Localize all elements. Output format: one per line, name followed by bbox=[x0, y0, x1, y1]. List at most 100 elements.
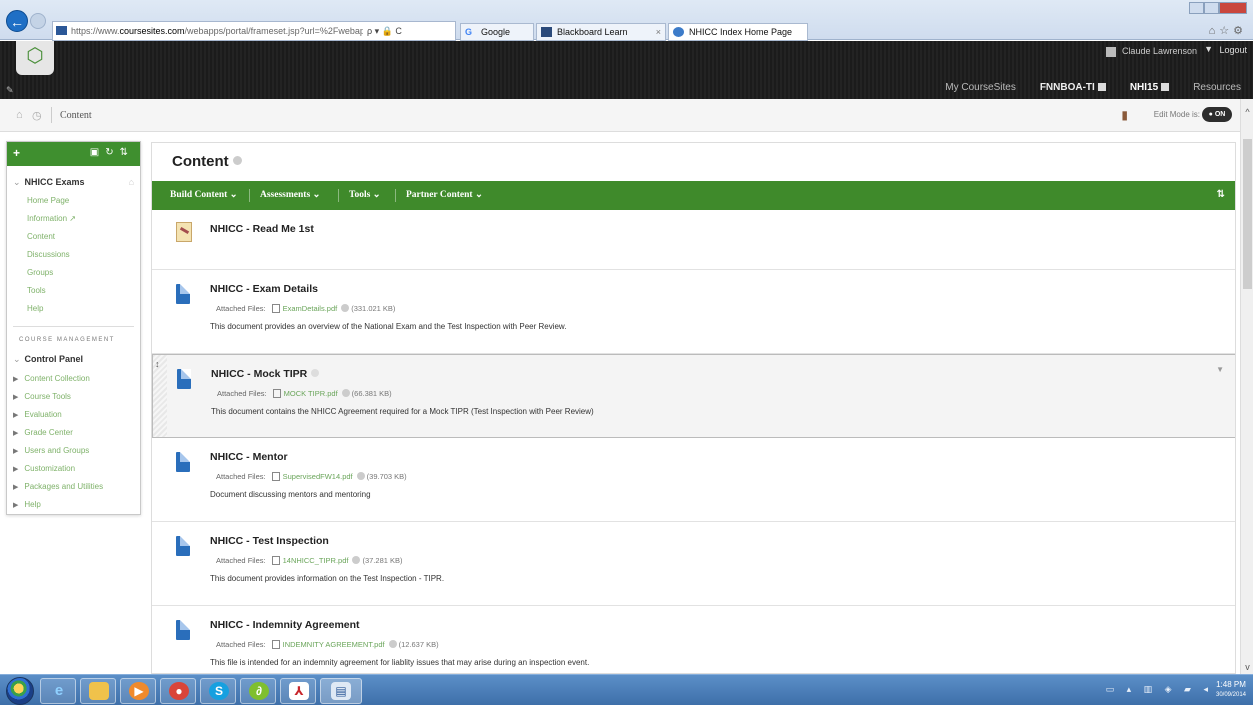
taskbar-app[interactable]: ∂ bbox=[240, 678, 276, 704]
nav-fnnboa[interactable]: FNNBOA-TI bbox=[1028, 82, 1118, 93]
drag-handle[interactable]: ↕ bbox=[153, 355, 167, 437]
tools-button[interactable]: Tools ⌄ bbox=[349, 189, 381, 200]
close-window-icon[interactable] bbox=[1219, 2, 1247, 14]
attached-file-link[interactable]: MOCK TIPR.pdf bbox=[284, 389, 338, 398]
taskbar-chrome[interactable]: ● bbox=[160, 678, 196, 704]
chevron-down-icon[interactable]: ▼ bbox=[1216, 365, 1224, 374]
taskbar-skype[interactable]: S bbox=[200, 678, 236, 704]
pencil-icon[interactable]: ✎ bbox=[6, 85, 14, 96]
cp-packages-and-utilities[interactable]: ▶ Packages and Utilities bbox=[13, 482, 103, 491]
tab-label: Blackboard Learn bbox=[557, 27, 628, 37]
page-favicon-icon bbox=[673, 27, 684, 37]
file-size: (66.381 KB) bbox=[351, 389, 392, 398]
course-menu: + ▣↻⇅ ⌄ NHICC Exams ⌂ Home Page Informati… bbox=[6, 141, 141, 515]
logout-link[interactable]: Logout bbox=[1219, 45, 1247, 55]
tab-google[interactable]: G Google bbox=[460, 23, 534, 41]
assessments-button[interactable]: Assessments ⌄ bbox=[260, 189, 320, 200]
nav-resources[interactable]: Resources bbox=[1181, 82, 1253, 93]
sort-icon[interactable]: ⇅ bbox=[1217, 189, 1225, 200]
scroll-thumb[interactable] bbox=[1243, 139, 1252, 289]
home-icon[interactable]: ⌂ bbox=[16, 109, 23, 121]
item-title[interactable]: NHICC - Read Me 1st bbox=[210, 223, 314, 235]
back-arrow-icon[interactable]: ← bbox=[6, 10, 28, 32]
preview-icon[interactable] bbox=[352, 556, 361, 564]
scroll-down-icon[interactable]: v bbox=[1241, 662, 1253, 672]
close-tab-icon[interactable]: × bbox=[656, 24, 661, 40]
scroll-up-icon[interactable]: ^ bbox=[1241, 107, 1253, 117]
file-size: (12.637 KB) bbox=[398, 640, 439, 649]
course-title[interactable]: ⌄ NHICC Exams bbox=[13, 177, 85, 188]
attached-file-link[interactable]: INDEMNITY AGREEMENT.pdf bbox=[283, 640, 385, 649]
info-icon[interactable] bbox=[311, 369, 320, 377]
item-title[interactable]: NHICC - Indemnity Agreement bbox=[210, 619, 360, 631]
partner-content-button[interactable]: Partner Content ⌄ bbox=[406, 189, 483, 200]
edit-mode-toggle[interactable]: ● ON bbox=[1202, 107, 1232, 122]
maximize-icon[interactable] bbox=[1204, 2, 1219, 14]
nav-nhi15[interactable]: NHI15 bbox=[1118, 82, 1181, 93]
address-bar[interactable]: https://www.coursesites.com/webapps/port… bbox=[52, 21, 456, 41]
menu-link-information[interactable]: Information ↗ bbox=[27, 214, 76, 223]
item-title[interactable]: NHICC - Mentor bbox=[210, 451, 288, 463]
control-panel-title[interactable]: ⌄ Control Panel bbox=[13, 354, 83, 365]
cp-course-tools[interactable]: ▶ Course Tools bbox=[13, 392, 71, 401]
item-title[interactable]: NHICC - Mock TIPR bbox=[211, 368, 320, 380]
user-menu[interactable]: Claude Lawrenson bbox=[1106, 45, 1197, 57]
taskbar-window[interactable]: ▤ bbox=[320, 678, 362, 704]
cp-evaluation[interactable]: ▶ Evaluation bbox=[13, 410, 62, 419]
chevron-right-icon: ▶ bbox=[13, 376, 19, 383]
add-menu-item-icon[interactable]: + bbox=[13, 146, 20, 160]
taskbar-ie[interactable]: e bbox=[40, 678, 76, 704]
menu-link-content[interactable]: Content bbox=[27, 232, 55, 241]
browser-tools-icons[interactable]: ⌂☆⚙ bbox=[1209, 24, 1247, 37]
cp-customization[interactable]: ▶ Customization bbox=[13, 464, 75, 473]
info-icon[interactable] bbox=[232, 156, 242, 165]
taskbar-explorer[interactable] bbox=[80, 678, 116, 704]
document-icon bbox=[176, 452, 190, 472]
taskbar-acrobat[interactable]: ⅄ bbox=[280, 678, 316, 704]
cp-help[interactable]: ▶ Help bbox=[13, 500, 41, 509]
preview-icon[interactable] bbox=[388, 640, 397, 648]
system-clock[interactable]: 1:48 PM 30/09/2014 bbox=[1215, 679, 1247, 701]
build-content-button[interactable]: Build Content ⌄ bbox=[170, 189, 238, 200]
tab-blackboard[interactable]: Blackboard Learn × bbox=[536, 23, 666, 41]
cp-grade-center[interactable]: ▶ Grade Center bbox=[13, 428, 73, 437]
start-button[interactable] bbox=[6, 677, 34, 705]
tab-label: Google bbox=[481, 27, 511, 37]
nav-my-coursesites[interactable]: My CourseSites bbox=[933, 82, 1028, 93]
page-scrollbar[interactable]: ^ v bbox=[1240, 99, 1253, 674]
attached-file-link[interactable]: SupervisedFW14.pdf bbox=[283, 472, 353, 481]
preview-icon[interactable] bbox=[341, 389, 350, 397]
address-bar-tools[interactable]: ρ ▾ 🔒 C bbox=[363, 22, 455, 40]
preview-icon[interactable] bbox=[356, 472, 365, 480]
menu-tools-icons[interactable]: ▣↻⇅ bbox=[90, 147, 134, 158]
preview-icon[interactable] bbox=[341, 304, 350, 312]
menu-link-groups[interactable]: Groups bbox=[27, 268, 53, 277]
book-icon[interactable]: ▮ bbox=[1121, 108, 1128, 122]
cp-content-collection[interactable]: ▶ Content Collection bbox=[13, 374, 90, 383]
taskbar-media-player[interactable]: ▶ bbox=[120, 678, 156, 704]
user-name: Claude Lawrenson bbox=[1121, 46, 1197, 56]
windows-taskbar: e ▶ ● S ∂ ⅄ ▤ ▭ ▴ ▥ ◈ ▰ ◂ 1:48 PM 30/09/… bbox=[0, 674, 1253, 705]
menu-link-help[interactable]: Help bbox=[27, 304, 43, 313]
document-icon bbox=[176, 284, 190, 304]
system-tray-icons[interactable]: ▭ ▴ ▥ ◈ ▰ ◂ bbox=[1106, 684, 1213, 695]
attached-file-link[interactable]: ExamDetails.pdf bbox=[283, 304, 338, 313]
attached-file-link[interactable]: 14NHICC_TIPR.pdf bbox=[283, 556, 349, 565]
item-description: This document contains the NHICC Agreeme… bbox=[211, 407, 594, 416]
recent-places-icon[interactable]: ◷ bbox=[32, 109, 42, 122]
forward-icon[interactable] bbox=[30, 13, 46, 29]
menu-link-discussions[interactable]: Discussions bbox=[27, 250, 70, 259]
course-menu-toolbar: + ▣↻⇅ bbox=[7, 142, 140, 166]
menu-link-home-page[interactable]: Home Page bbox=[27, 196, 69, 205]
minimize-icon[interactable] bbox=[1189, 2, 1204, 14]
cp-users-and-groups[interactable]: ▶ Users and Groups bbox=[13, 446, 89, 455]
home-icon[interactable]: ⌂ bbox=[129, 177, 134, 187]
chrome-icon: ● bbox=[169, 682, 189, 700]
attached-files: Attached Files: MOCK TIPR.pdf (66.381 KB) bbox=[217, 389, 392, 398]
tab-nhicc-index[interactable]: NHICC Index Home Page bbox=[668, 23, 808, 41]
menu-link-tools[interactable]: Tools bbox=[27, 286, 46, 295]
item-title[interactable]: NHICC - Test Inspection bbox=[210, 535, 329, 547]
chevron-down-icon[interactable]: ▼ bbox=[1204, 44, 1213, 54]
coursesites-logo-icon[interactable]: ⬡ bbox=[16, 41, 54, 75]
item-title[interactable]: NHICC - Exam Details bbox=[210, 283, 318, 295]
